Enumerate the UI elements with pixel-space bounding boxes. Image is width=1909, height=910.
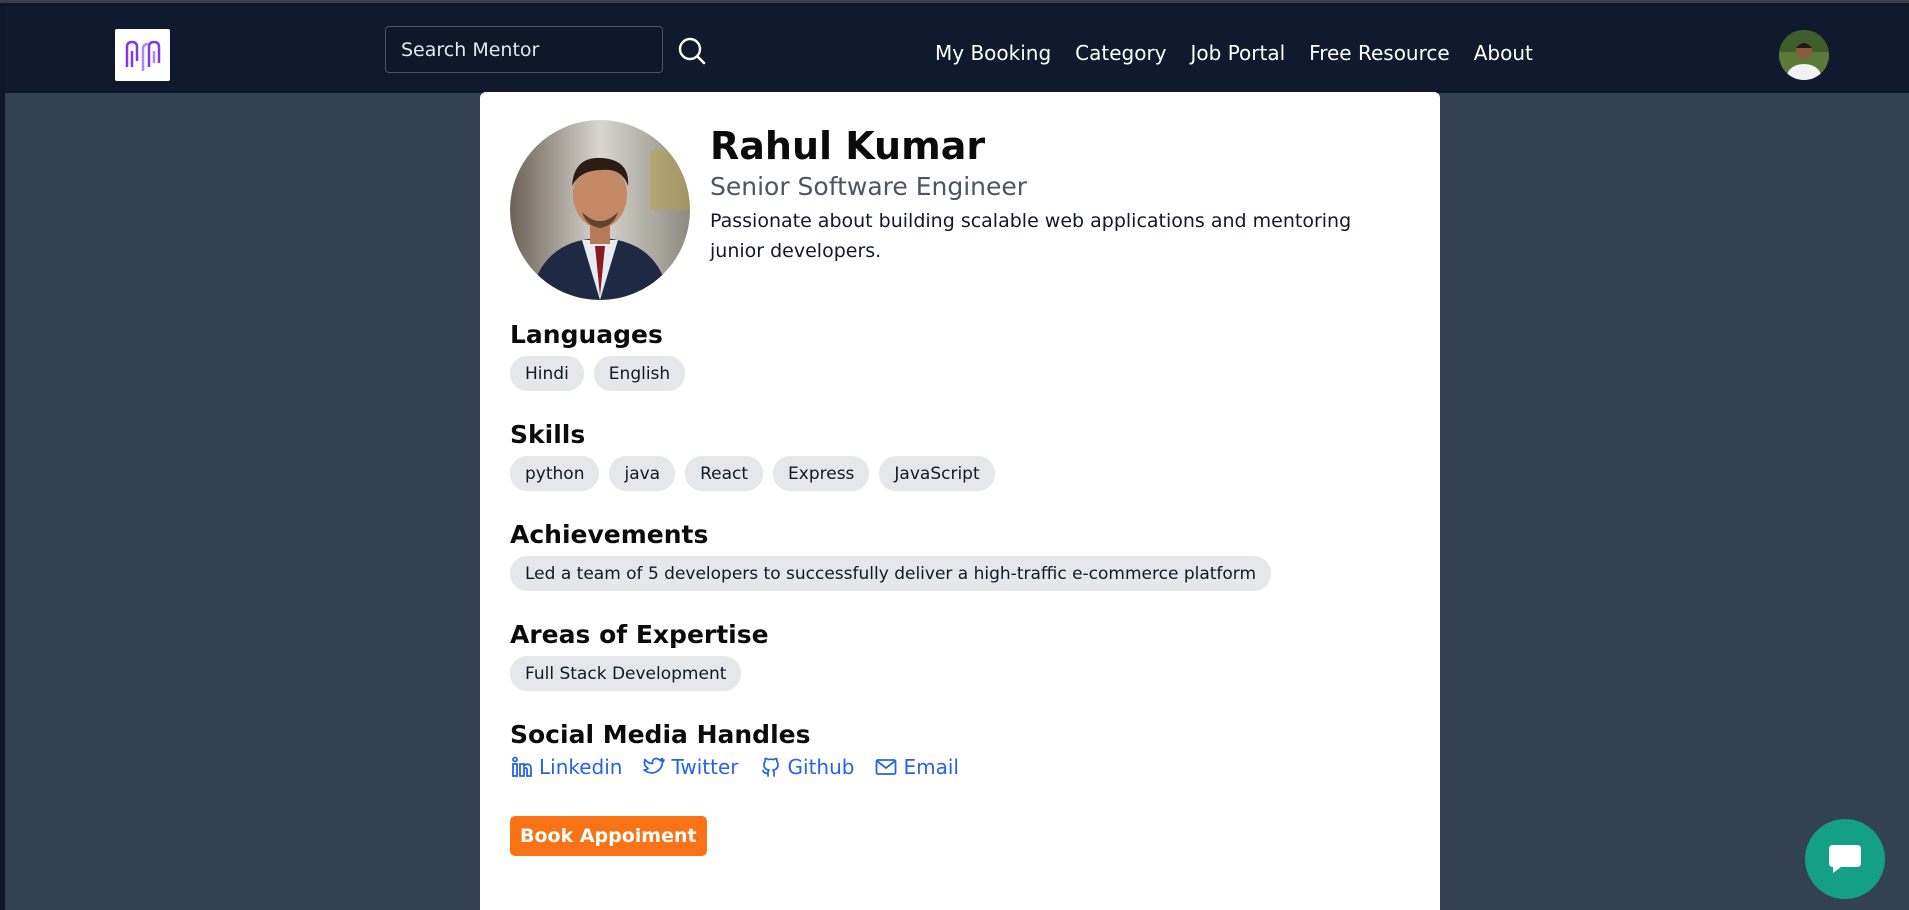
skill-chip: JavaScript bbox=[879, 456, 995, 491]
achievement-chip: Led a team of 5 developers to successful… bbox=[510, 556, 1272, 591]
languages-list: Hindi English bbox=[510, 356, 695, 391]
mentor-profile-card: Rahul Kumar Senior Software Engineer Pas… bbox=[480, 92, 1440, 910]
search-field[interactable] bbox=[385, 26, 663, 73]
linkedin-label: Linkedin bbox=[539, 755, 623, 779]
nav-my-booking[interactable]: My Booking bbox=[935, 41, 1051, 65]
social-heading: Social Media Handles bbox=[510, 720, 811, 749]
mentor-title: Senior Software Engineer bbox=[710, 172, 1028, 201]
achievements-heading: Achievements bbox=[510, 520, 709, 549]
top-navbar: My Booking Category Job Portal Free Reso… bbox=[5, 3, 1909, 93]
skill-chip: java bbox=[609, 456, 676, 491]
search-icon[interactable] bbox=[677, 36, 707, 66]
language-chip: English bbox=[593, 356, 686, 391]
twitter-link[interactable]: Twitter bbox=[642, 755, 739, 779]
skills-list: python java React Express JavaScript bbox=[510, 456, 1005, 491]
skill-chip: Express bbox=[773, 456, 870, 491]
github-label: Github bbox=[787, 755, 855, 779]
email-label: Email bbox=[903, 755, 959, 779]
twitter-icon bbox=[643, 757, 666, 774]
mentor-bio: Passionate about building scalable web a… bbox=[710, 210, 1352, 262]
expertise-heading: Areas of Expertise bbox=[510, 620, 769, 649]
language-chip: Hindi bbox=[510, 356, 584, 391]
skill-chip: python bbox=[510, 456, 600, 491]
expertise-chip: Full Stack Development bbox=[510, 656, 742, 691]
github-link[interactable]: Github bbox=[759, 755, 855, 779]
social-links: Linkedin Twitter Github Email bbox=[510, 755, 979, 779]
nav-about[interactable]: About bbox=[1474, 41, 1533, 65]
chat-button[interactable] bbox=[1805, 819, 1885, 899]
languages-heading: Languages bbox=[510, 320, 663, 349]
skill-chip: React bbox=[685, 456, 764, 491]
email-link[interactable]: Email bbox=[874, 755, 959, 779]
user-avatar[interactable] bbox=[1779, 30, 1829, 80]
chat-icon bbox=[1829, 845, 1861, 873]
github-icon bbox=[761, 757, 779, 777]
nav-job-portal[interactable]: Job Portal bbox=[1191, 41, 1286, 65]
linkedin-icon bbox=[512, 756, 532, 777]
nav-free-resource[interactable]: Free Resource bbox=[1309, 41, 1450, 65]
book-appointment-button[interactable]: Book Appoiment bbox=[510, 816, 707, 856]
mail-icon bbox=[876, 759, 897, 775]
twitter-label: Twitter bbox=[671, 755, 739, 779]
expertise-list: Full Stack Development bbox=[510, 656, 751, 691]
mentor-logo-icon[interactable] bbox=[115, 29, 170, 81]
search-input[interactable] bbox=[401, 38, 662, 61]
nav-category[interactable]: Category bbox=[1075, 41, 1166, 65]
linkedin-link[interactable]: Linkedin bbox=[510, 755, 622, 779]
mentor-name: Rahul Kumar bbox=[710, 124, 986, 168]
achievements-list: Led a team of 5 developers to successful… bbox=[510, 556, 1281, 591]
mentor-photo bbox=[510, 120, 690, 300]
skills-heading: Skills bbox=[510, 420, 586, 449]
main-nav: My Booking Category Job Portal Free Reso… bbox=[935, 41, 1557, 65]
